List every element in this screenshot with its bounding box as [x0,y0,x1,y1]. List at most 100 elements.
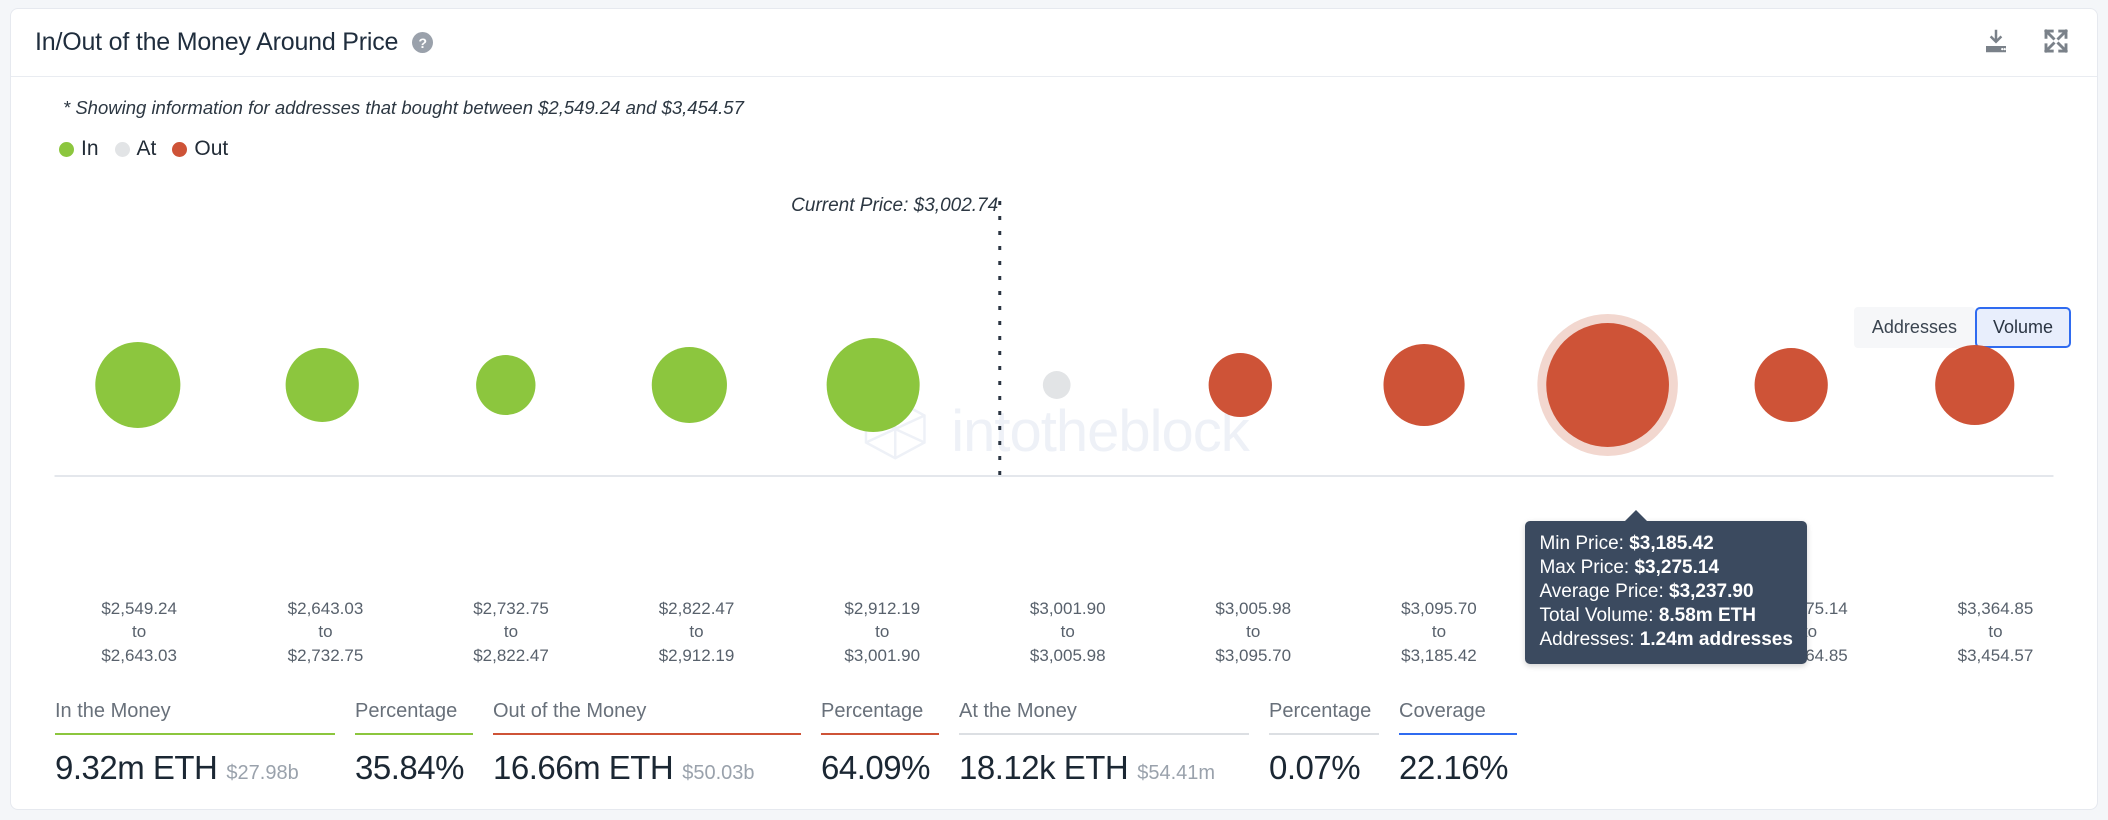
tooltip-row: Min Price: $3,185.42 [1539,532,1793,556]
legend-item-at[interactable]: At [114,137,157,161]
stat-label: Coverage [1399,700,1486,722]
x-axis-label-sep: to [1988,622,2003,642]
x-axis-label-min: $3,095.70 [1401,599,1477,618]
x-axis-label-max: $3,185.42 [1401,645,1477,665]
info-note: * Showing information for addresses that… [63,97,744,118]
stat-value-row: 22.16% [1399,749,1517,787]
card-header-left: In/Out of the Money Around Price ? [35,28,434,57]
x-axis-label-sep: to [689,622,704,642]
x-axis-label: $2,549.24 to $2,643.03 [101,597,177,667]
stat-label: Percentage [355,700,458,722]
legend-item-label: At [136,137,157,160]
x-axis-label-sep: to [1060,622,1075,642]
x-axis-label-sep: to [1246,622,1261,642]
screenshot-root: In/Out of the Money Around Price ? * Sho… [0,0,2108,820]
download-button[interactable] [1981,26,2011,59]
tooltip-row-label: Min Price: [1539,533,1624,554]
bubble-point[interactable] [285,348,359,422]
stat-value-row: 64.09% [821,749,939,787]
stat-underline [959,733,1249,735]
x-axis-label-sep: to [875,622,890,642]
legend-dot-icon [172,141,188,157]
legend-item-label: In [81,137,99,160]
tooltip-row: Average Price: $3,237.90 [1539,580,1793,604]
bubble-point[interactable] [1546,323,1669,447]
x-axis-label-min: $2,822.47 [658,599,735,618]
stat-value-sub: $50.03b [682,762,755,784]
bubble-point[interactable] [651,347,727,423]
stat-underline [55,733,335,735]
bubble-point[interactable] [1754,348,1828,422]
summary-stats: In the Money 9.32m ETH $27.98b Percentage 35… [55,700,2067,787]
x-axis-label-min: $2,732.75 [473,599,549,618]
legend-dot-icon [59,141,74,157]
x-axis-label-min: $3,001.90 [1029,599,1106,618]
stat-underline [493,733,801,735]
stat-value: 64.09% [821,749,930,786]
stat-value: 35.84% [355,749,464,786]
x-axis-label: $2,822.47 to $2,912.19 [659,597,735,667]
x-axis-label-max: $3,005.98 [1029,645,1106,665]
stat-value-sub: $27.98b [226,762,299,784]
legend-item-label: Out [194,137,229,160]
legend-item-in[interactable]: In [59,137,99,161]
chart-legend: In At Out [59,137,234,161]
bubble-point[interactable] [1383,344,1465,426]
bubble-point[interactable] [1935,345,2015,425]
tooltip-row-value: 1.24m addresses [1639,628,1793,650]
stat-label: Percentage [1269,700,1372,722]
x-axis-label: $3,364.85 to $3,454.57 [1958,597,2034,667]
stat-label: In the Money [55,700,171,722]
x-axis-label-sep: to [318,622,333,642]
x-axis-label-sep: to [1431,622,1447,642]
tooltip-row-label: Total Volume: [1539,604,1654,626]
tooltip-row: Max Price: $3,275.14 [1539,556,1793,580]
stat-value: 16.66m ETH [493,749,674,786]
tooltip-row: Total Volume: 8.58m ETH [1539,604,1793,628]
card-header-actions [1981,26,2071,59]
bubble-point[interactable] [476,355,536,415]
legend-dot-icon [114,141,130,157]
x-axis-label: $3,005.98 to $3,095.70 [1215,597,1291,667]
x-axis-label-max: $2,822.47 [473,645,549,665]
x-axis-label: $3,095.70 to $3,185.42 [1401,597,1477,667]
stat-value: 22.16% [1399,749,1508,786]
tooltip-row-value: $3,237.90 [1669,580,1754,602]
x-axis-label: $2,912.19 to $3,001.90 [844,597,920,667]
stat-underline [1399,733,1517,735]
current-price-annotation: Current Price: $3,002.74 [791,195,999,216]
question-mark-circle-icon[interactable]: ? [412,32,434,53]
x-axis-label-min: $3,005.98 [1215,599,1292,618]
stat-at-the-money: At the Money 18.12k ETH $54.41m [959,700,1249,787]
x-axis-label: $3,001.90 to $3,005.98 [1030,597,1106,667]
x-axis-label-max: $2,643.03 [101,645,177,665]
bubble-point[interactable] [1042,371,1071,399]
stat-underline [355,733,473,735]
stat-underline [821,733,939,735]
legend-item-out[interactable]: Out [172,137,228,161]
x-axis-label: $2,643.03 to $2,732.75 [288,597,364,667]
stat-out-of-the-money: Out of the Money 16.66m ETH $50.03b [493,700,801,787]
card-header: In/Out of the Money Around Price ? [11,9,2097,77]
tooltip-row-value: 8.58m ETH [1658,604,1756,626]
stat-value-row: 16.66m ETH $50.03b [493,749,801,787]
expand-fullscreen-button[interactable] [2041,26,2071,59]
tooltip-row-label: Average Price: [1539,580,1664,602]
chart-card: In/Out of the Money Around Price ? * Sho… [10,8,2098,810]
stat-coverage: Coverage 22.16% [1399,700,1517,787]
x-axis-label-max: $2,912.19 [658,645,735,665]
stat-label: Percentage [821,700,924,722]
bubble-point[interactable] [1208,353,1272,417]
x-axis-label-min: $2,643.03 [287,599,364,618]
bubble-point[interactable] [826,338,920,432]
bubble-point[interactable] [95,342,181,428]
stat-in-the-money: In the Money 9.32m ETH $27.98b [55,700,335,787]
x-axis-label-sep: to [503,622,519,642]
expand-fullscreen-icon [2041,26,2071,59]
x-axis-label-sep: to [132,622,147,642]
stat-label: Out of the Money [493,700,647,722]
stat-value-row: 0.07% [1269,749,1379,787]
tooltip-row-label: Max Price: [1539,556,1630,578]
stat-value-sub: $54.41m [1137,762,1216,784]
stat-value: 18.12k ETH [959,749,1129,786]
